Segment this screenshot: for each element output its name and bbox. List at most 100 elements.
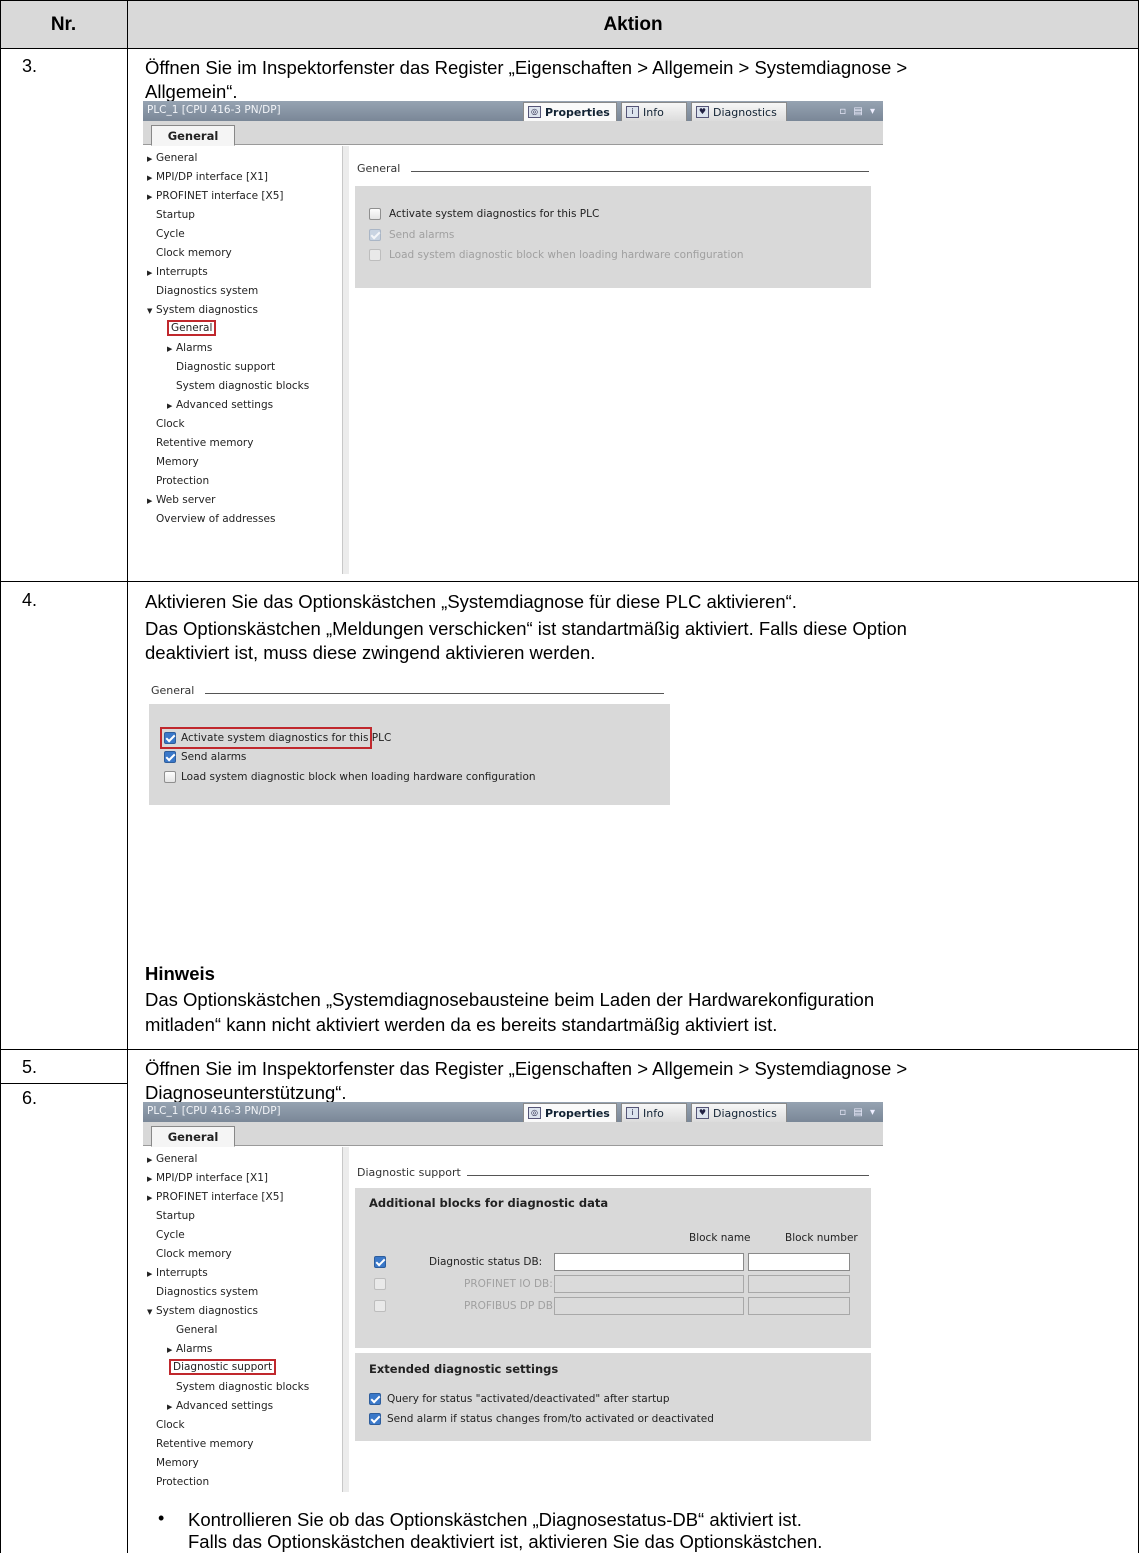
- window-buttons[interactable]: ▫ ▤ ▾: [839, 1107, 877, 1118]
- expand-icon[interactable]: ▶: [167, 1403, 176, 1411]
- header-nr: Nr.: [50, 13, 77, 35]
- nav-item-interrupts[interactable]: ▶ Interrupts: [147, 266, 208, 278]
- expand-icon[interactable]: ▶: [167, 402, 176, 410]
- expand-icon[interactable]: ▶: [147, 1156, 156, 1164]
- collapse-icon[interactable]: ▼: [147, 1308, 156, 1316]
- tab-properties[interactable]: ◎ Properties: [523, 1103, 617, 1122]
- tab-diagnostics[interactable]: ♥ Diagnostics: [691, 1103, 787, 1122]
- profibus-db-checkbox[interactable]: [374, 1300, 386, 1312]
- tab-general[interactable]: General: [151, 1126, 235, 1147]
- nav-item-sd-alarms[interactable]: ▶ Alarms: [167, 342, 212, 354]
- nav-item-memory[interactable]: Memory: [156, 1457, 199, 1469]
- nav-item-sd-blocks[interactable]: System diagnostic blocks: [176, 380, 309, 392]
- nav-item-clock[interactable]: Clock: [156, 418, 185, 430]
- profibus-db-name-input[interactable]: [554, 1297, 744, 1315]
- nav-item-retentive[interactable]: Retentive memory: [156, 1438, 253, 1450]
- nav-item-sd-alarms[interactable]: ▶ Alarms: [167, 1343, 212, 1355]
- window-buttons[interactable]: ▫ ▤ ▾: [839, 106, 877, 117]
- expand-icon[interactable]: ▶: [147, 193, 156, 201]
- query-status-checkbox[interactable]: [369, 1393, 381, 1405]
- nav-item-system-diagnostics[interactable]: ▼ System diagnostics: [147, 1305, 258, 1317]
- expand-icon[interactable]: ▶: [147, 1194, 156, 1202]
- tab-info[interactable]: i Info: [621, 102, 687, 121]
- expand-icon[interactable]: ▶: [147, 269, 156, 277]
- nav-item-general[interactable]: ▶ General: [147, 152, 197, 164]
- nav-item-sd-advanced[interactable]: ▶ Advanced settings: [167, 1400, 273, 1412]
- nav-item-cycle[interactable]: Cycle: [156, 228, 185, 240]
- expand-icon[interactable]: ▶: [147, 174, 156, 182]
- profinet-db-number-input[interactable]: [748, 1275, 850, 1293]
- tab-info[interactable]: i Info: [621, 1103, 687, 1122]
- diag-status-db-checkbox[interactable]: [374, 1256, 386, 1268]
- step5-text-line1: Öffnen Sie im Inspektorfenster das Regis…: [145, 1058, 908, 1079]
- nav-item-protection[interactable]: Protection: [156, 1476, 209, 1488]
- nav-item-startup[interactable]: Startup: [156, 209, 195, 221]
- nav-item-sd-general-highlighted[interactable]: General: [167, 320, 217, 336]
- expand-icon[interactable]: ▶: [147, 497, 156, 505]
- expand-icon[interactable]: ▶: [147, 1270, 156, 1278]
- nav-item-general[interactable]: ▶ General: [147, 1153, 197, 1165]
- nav-item-sd-advanced[interactable]: ▶ Advanced settings: [167, 399, 273, 411]
- profinet-db-checkbox[interactable]: [374, 1278, 386, 1290]
- expand-icon[interactable]: ▶: [147, 155, 156, 163]
- activate-diagnostics-checkbox[interactable]: [369, 208, 381, 220]
- note-text-line1: Das Optionskästchen „Systemdiagnosebaust…: [145, 989, 875, 1010]
- nav-item-profinet[interactable]: ▶ PROFINET interface [X5]: [147, 1191, 284, 1203]
- nav-item-protection[interactable]: Protection: [156, 475, 209, 487]
- nav-item-cycle[interactable]: Cycle: [156, 1229, 185, 1241]
- nav-item-sd-general[interactable]: General: [176, 1324, 217, 1336]
- section-rule: [411, 171, 869, 172]
- section-title-general: General: [151, 684, 195, 697]
- expand-icon[interactable]: ▶: [167, 345, 176, 353]
- nav-item-overview[interactable]: Overview of addresses: [156, 513, 275, 525]
- nav-tree: ▶ General ▶ MPI/DP interface [X1] ▶ PROFINE…: [143, 1147, 349, 1492]
- nav-item-sd-support[interactable]: Diagnostic support: [176, 361, 275, 373]
- nav-item-system-diagnostics[interactable]: ▼ System diagnostics: [147, 304, 258, 316]
- tab-properties-label: Properties: [545, 1106, 610, 1120]
- send-alarms-label: Send alarms: [181, 751, 247, 763]
- load-block-label: Load system diagnostic block when loadin…: [389, 249, 744, 261]
- diag-status-db-label: Diagnostic status DB:: [429, 1256, 543, 1268]
- nav-item-sd-blocks[interactable]: System diagnostic blocks: [176, 1381, 309, 1393]
- diag-status-db-number-input[interactable]: [748, 1253, 850, 1271]
- send-alarms-checkbox[interactable]: [164, 751, 176, 763]
- extended-settings-title: Extended diagnostic settings: [369, 1362, 559, 1376]
- additional-blocks-title: Additional blocks for diagnostic data: [369, 1196, 609, 1210]
- load-block-checkbox[interactable]: [164, 771, 176, 783]
- query-status-label: Query for status "activated/deactivated"…: [387, 1393, 670, 1405]
- activate-diagnostics-label: Activate system diagnostics for this PLC: [389, 208, 600, 220]
- nav-item-diagnostics-system[interactable]: Diagnostics system: [156, 285, 258, 297]
- collapse-icon[interactable]: ▼: [147, 307, 156, 315]
- send-alarm-change-checkbox[interactable]: [369, 1413, 381, 1425]
- column-divider: [127, 0, 128, 1553]
- tab-diagnostics[interactable]: ♥ Diagnostics: [691, 102, 787, 121]
- nav-item-diagnostics-system[interactable]: Diagnostics system: [156, 1286, 258, 1298]
- expand-icon[interactable]: ▶: [167, 1346, 176, 1354]
- nav-item-interrupts[interactable]: ▶ Interrupts: [147, 1267, 208, 1279]
- general-options-panel: Activate system diagnostics for this PLC…: [149, 704, 670, 805]
- nav-item-mpi[interactable]: ▶ MPI/DP interface [X1]: [147, 1172, 268, 1184]
- nav-item-profinet[interactable]: ▶ PROFINET interface [X5]: [147, 190, 284, 202]
- diag-status-db-name-input[interactable]: [554, 1253, 744, 1271]
- send-alarms-checkbox[interactable]: [369, 229, 381, 241]
- nav-item-memory[interactable]: Memory: [156, 456, 199, 468]
- nav-item-clock-memory[interactable]: Clock memory: [156, 1248, 232, 1260]
- profibus-db-number-input[interactable]: [748, 1297, 850, 1315]
- load-block-checkbox[interactable]: [369, 249, 381, 261]
- tab-properties[interactable]: ◎ Properties: [523, 102, 617, 121]
- profinet-db-name-input[interactable]: [554, 1275, 744, 1293]
- nav-item-startup[interactable]: Startup: [156, 1210, 195, 1222]
- tab-properties-label: Properties: [545, 105, 610, 119]
- nav-splitter[interactable]: [342, 1147, 349, 1492]
- nav-item-clock-memory[interactable]: Clock memory: [156, 247, 232, 259]
- tab-info-label: Info: [643, 105, 664, 119]
- nav-item-web-server[interactable]: ▶ Web server: [147, 494, 215, 506]
- nav-item-clock[interactable]: Clock: [156, 1419, 185, 1431]
- section-rule: [467, 1175, 869, 1176]
- expand-icon[interactable]: ▶: [147, 1175, 156, 1183]
- nav-item-sd-support-highlighted[interactable]: Diagnostic support: [169, 1359, 277, 1375]
- nav-item-retentive[interactable]: Retentive memory: [156, 437, 253, 449]
- tab-general[interactable]: General: [151, 125, 235, 146]
- nav-item-mpi[interactable]: ▶ MPI/DP interface [X1]: [147, 171, 268, 183]
- nav-splitter[interactable]: [342, 146, 349, 574]
